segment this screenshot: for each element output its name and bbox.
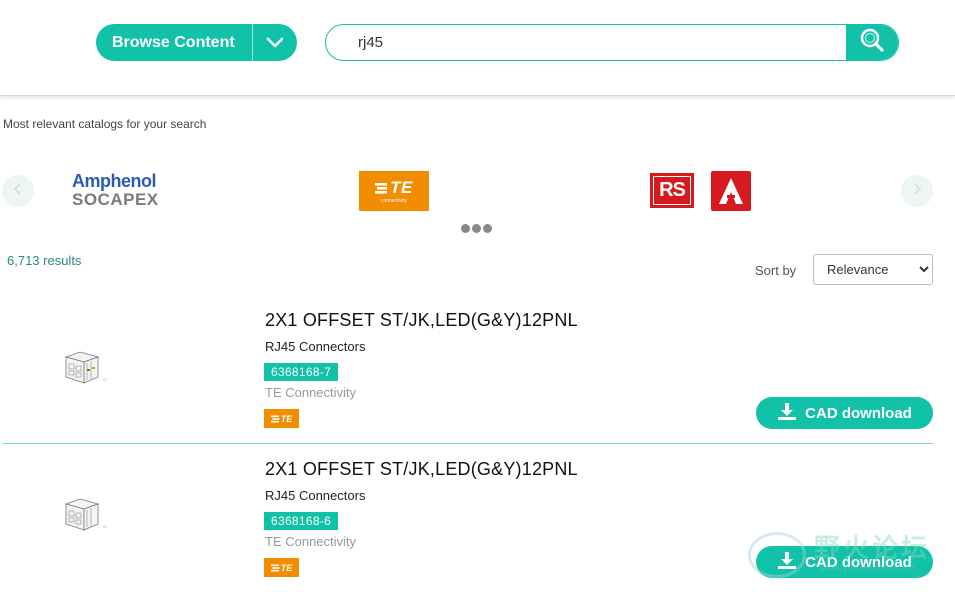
watermark-swirl-icon	[748, 532, 806, 578]
te-logo-subtext: connectivity	[380, 197, 408, 204]
forum-watermark: 野火论坛 www.proewildfire.cn	[746, 528, 951, 588]
te-logo-text: TE	[375, 178, 413, 197]
svg-text:TE: TE	[102, 377, 107, 382]
result-category: RJ45 Connectors	[265, 339, 366, 354]
result-title[interactable]: 2X1 OFFSET ST/JK,LED(G&Y)12PNL	[265, 459, 578, 480]
search-input[interactable]	[326, 25, 846, 60]
search-button[interactable]	[846, 25, 898, 60]
cad-download-button[interactable]: CAD download	[756, 397, 933, 429]
carousel-prev-button[interactable]	[2, 175, 34, 207]
results-count: 6,713 results	[7, 253, 82, 268]
amphenol-logo-line2: SOCAPEX	[72, 190, 159, 209]
part-number-badge: 6368168-7	[264, 363, 339, 381]
carousel-next-button[interactable]	[901, 175, 933, 207]
search-icon	[859, 27, 885, 58]
search-box	[325, 24, 899, 61]
cad-download-label: CAD download	[805, 404, 912, 422]
carousel-dot[interactable]	[472, 224, 481, 233]
watermark-text: 野火论坛	[814, 533, 931, 563]
relevant-catalogs-heading: Most relevant catalogs for your search	[3, 117, 207, 131]
carousel-dot[interactable]	[461, 224, 470, 233]
chevron-right-icon	[912, 182, 922, 201]
result-title[interactable]: 2X1 OFFSET ST/JK,LED(G&Y)12PNL	[265, 310, 578, 331]
product-thumbnail[interactable]: TE	[62, 349, 112, 389]
a-brand-logo[interactable]	[711, 171, 751, 211]
te-connectivity-logo[interactable]: TE connectivity	[359, 171, 429, 211]
carousel-dot[interactable]	[483, 224, 492, 233]
result-divider	[3, 443, 933, 444]
rs-components-logo[interactable]: RS	[650, 173, 694, 208]
browse-content-label: Browse Content	[112, 33, 235, 51]
chevron-down-icon[interactable]	[253, 24, 297, 61]
manufacturer-name: TE Connectivity	[265, 534, 357, 549]
watermark-url: www.proewildfire.cn	[818, 562, 916, 574]
browse-content-button[interactable]: Browse Content	[96, 24, 297, 61]
result-category: RJ45 Connectors	[265, 488, 366, 503]
result-item[interactable]: TE 2X1 OFFSET ST/JK,LED(G&Y)12PNL RJ45 C…	[0, 297, 955, 444]
manufacturer-name: TE Connectivity	[265, 385, 357, 400]
part-number-badge: 6368168-6	[264, 512, 339, 530]
svg-text:TE: TE	[102, 524, 107, 529]
amphenol-socapex-logo[interactable]: Amphenol SOCAPEX	[72, 171, 172, 209]
carousel-pagination[interactable]	[461, 224, 492, 233]
product-thumbnail[interactable]: TE	[62, 496, 112, 536]
te-small-logo: TE	[264, 558, 299, 577]
te-small-logo: TE	[264, 409, 299, 428]
rs-logo-text: RS	[653, 176, 691, 205]
amphenol-logo-line1: Amphenol	[72, 171, 157, 191]
download-icon	[777, 402, 797, 424]
chevron-left-icon	[13, 182, 23, 201]
top-header: Browse Content	[0, 0, 955, 96]
sort-by-label: Sort by	[755, 263, 797, 278]
sort-select[interactable]: Relevance	[813, 254, 933, 285]
